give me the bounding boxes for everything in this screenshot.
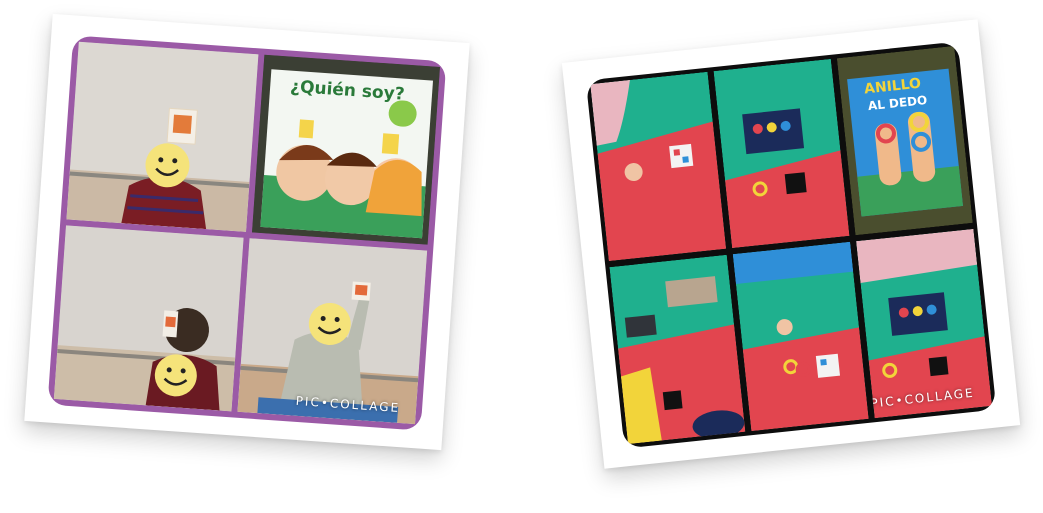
photo-game-box: ¿Quién soy? [251,54,440,245]
smiley-face-icon [145,143,190,188]
collage-quien-soy: ¿Quién soy? PIC•COLLAGE [47,35,447,431]
photo-mat-5: PIC•COLLAGE [856,228,993,419]
mat-photo-4 [732,241,869,432]
photo-mat-1 [590,71,727,262]
photo-child-bottom-right: PIC•COLLAGE [237,238,428,425]
mat-photo-1 [590,71,727,262]
photo-card-left: ¿Quién soy? PIC•COLLAGE [24,13,470,451]
smiley-face-icon [154,354,197,397]
child-photo-1 [66,41,259,232]
photo-child-top-left [66,41,259,232]
child-photo-2 [53,225,244,412]
photo-card-right: ANILLO AL DEDO PIC•COLLAGE [561,19,1021,469]
mat-photo-2 [713,58,850,249]
collage-anillo-al-dedo: ANILLO AL DEDO PIC•COLLAGE [585,41,997,449]
photo-mat-4 [732,241,869,432]
photo-mat-2 [713,58,850,249]
anillo-box-illustration [836,45,973,236]
mat-photo-3 [609,254,746,445]
photo-mat-3 [609,254,746,445]
photo-game-box-anillo: ANILLO AL DEDO [836,45,973,236]
smiley-face-icon [308,302,351,345]
photo-child-bottom-left [53,225,244,412]
